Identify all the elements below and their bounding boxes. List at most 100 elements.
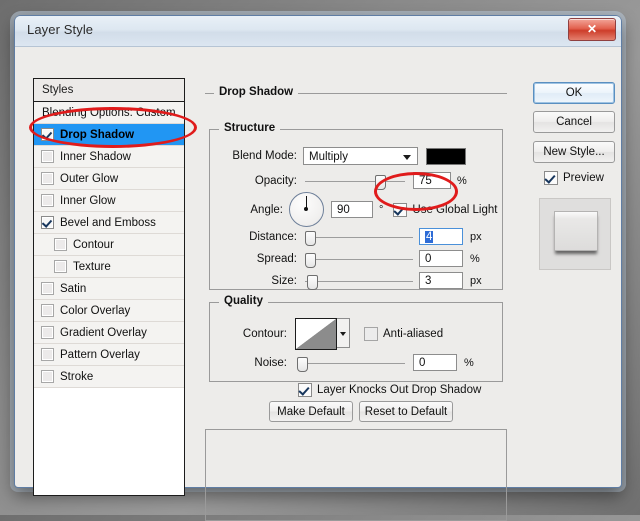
preview-checkbox[interactable]: Preview (544, 171, 604, 185)
layer-style-dialog: Layer Style ✕ Styles Blending Options: C… (14, 15, 622, 521)
style-list-item-label: Satin (60, 282, 87, 295)
size-unit: px (470, 274, 482, 287)
noise-row: Noise: 0 % (227, 354, 474, 372)
distance-unit: px (470, 230, 482, 243)
spread-unit: % (470, 252, 480, 265)
checkbox-icon[interactable] (41, 370, 54, 383)
opacity-input[interactable]: 75 (413, 172, 451, 189)
contour-label: Contour: (242, 328, 287, 340)
noise-slider[interactable] (297, 355, 405, 372)
style-list-item[interactable]: Pattern Overlay (34, 344, 184, 366)
opacity-unit: % (457, 174, 467, 187)
noise-slider-track (297, 362, 405, 364)
style-list-item[interactable]: Bevel and Emboss (34, 212, 184, 234)
size-input[interactable]: 3 (419, 272, 463, 289)
distance-slider-thumb[interactable] (305, 230, 316, 246)
noise-slider-thumb[interactable] (297, 356, 308, 372)
noise-unit: % (464, 356, 474, 369)
style-list-item[interactable]: Stroke (34, 366, 184, 388)
styles-list-header: Styles (34, 79, 184, 102)
anti-aliased-checkbox[interactable]: Anti-aliased (364, 327, 443, 341)
layer-knocks-out-label: Layer Knocks Out Drop Shadow (317, 384, 482, 396)
checkbox-icon[interactable] (54, 260, 67, 273)
style-list-item[interactable]: Blending Options: Custom (34, 102, 184, 124)
checkbox-icon (393, 202, 408, 217)
checkbox-icon[interactable] (41, 304, 54, 317)
style-list-item-label: Stroke (60, 370, 94, 383)
checkbox-icon[interactable] (41, 282, 54, 295)
style-list-item-label: Inner Glow (60, 194, 116, 207)
style-list-item-label: Contour (73, 238, 114, 251)
checkbox-icon[interactable] (41, 326, 54, 339)
new-style-button[interactable]: New Style... (533, 141, 615, 163)
dialog-content: Styles Blending Options: Custom Drop Shad… (15, 46, 621, 521)
distance-value: 4 (425, 231, 434, 243)
spread-slider-thumb[interactable] (305, 252, 316, 268)
contour-picker[interactable] (295, 318, 350, 350)
size-slider[interactable] (305, 273, 413, 290)
reset-to-default-button[interactable]: Reset to Default (359, 401, 453, 422)
contour-preview[interactable] (295, 318, 337, 350)
chevron-down-icon[interactable] (337, 318, 350, 348)
ok-button[interactable]: OK (533, 82, 615, 104)
style-list-item-label: Blending Options: Custom (42, 106, 176, 119)
checkbox-icon[interactable] (41, 172, 54, 185)
size-slider-thumb[interactable] (307, 274, 318, 290)
angle-label: Angle: (250, 203, 283, 216)
shadow-color-swatch[interactable] (426, 147, 466, 165)
angle-input[interactable]: 90 (331, 201, 373, 218)
opacity-slider-track (305, 180, 405, 182)
opacity-row: Opacity: 75 % (227, 172, 467, 190)
checkbox-icon[interactable] (41, 150, 54, 163)
distance-input[interactable]: 4 (419, 228, 463, 245)
checkbox-icon[interactable] (41, 348, 54, 361)
distance-slider[interactable] (305, 229, 413, 246)
style-list-item[interactable]: Inner Glow (34, 190, 184, 212)
make-default-button[interactable]: Make Default (269, 401, 353, 422)
style-list-item[interactable]: Inner Shadow (34, 146, 184, 168)
spread-input[interactable]: 0 (419, 250, 463, 267)
style-list-item[interactable]: Outer Glow (34, 168, 184, 190)
blend-mode-label: Blend Mode: (232, 150, 297, 162)
cancel-button[interactable]: Cancel (533, 111, 615, 133)
contour-row: Contour: Anti-aliased (227, 318, 443, 350)
style-list-item[interactable]: Gradient Overlay (34, 322, 184, 344)
style-list-item-label: Color Overlay (60, 304, 131, 317)
style-list-item[interactable]: Color Overlay (34, 300, 184, 322)
blend-mode-value: Multiply (309, 151, 348, 163)
styles-list[interactable]: Styles Blending Options: Custom Drop Shad… (33, 78, 185, 496)
distance-row: Distance: 4 px (227, 228, 482, 246)
opacity-value: 75 (419, 175, 432, 187)
anti-aliased-label: Anti-aliased (383, 328, 444, 340)
opacity-label: Opacity: (254, 174, 297, 187)
angle-row: Angle: 90 ° Use Global Light (227, 192, 497, 227)
checkbox-icon[interactable] (41, 194, 54, 207)
style-list-item-label: Outer Glow (60, 172, 119, 185)
spread-slider[interactable] (305, 251, 413, 268)
angle-dial-hub (304, 207, 308, 211)
bottom-panel (205, 429, 507, 521)
close-icon[interactable]: ✕ (568, 18, 616, 41)
window-title: Layer Style (27, 22, 94, 37)
noise-input[interactable]: 0 (413, 354, 457, 371)
opacity-slider[interactable] (305, 173, 405, 190)
use-global-light-checkbox[interactable]: Use Global Light (393, 202, 497, 217)
checkbox-icon[interactable] (54, 238, 67, 251)
checkbox-icon[interactable] (41, 216, 54, 229)
style-list-item[interactable]: Contour (34, 234, 184, 256)
style-list-item[interactable]: Texture (34, 256, 184, 278)
preview-shape (554, 211, 598, 251)
drop-shadow-legend: Drop Shadow (214, 86, 299, 98)
styles-list-rows[interactable]: Blending Options: Custom Drop Shadow Inner… (34, 102, 184, 388)
checkbox-icon[interactable] (41, 128, 54, 141)
layer-knocks-out-checkbox[interactable]: Layer Knocks Out Drop Shadow (298, 383, 481, 397)
blend-mode-select[interactable]: Multiply (303, 147, 418, 165)
angle-dial[interactable] (289, 192, 324, 227)
style-list-item-label: Drop Shadow (60, 128, 135, 141)
structure-legend: Structure (219, 122, 281, 134)
style-list-item[interactable]: Drop Shadow (34, 124, 184, 146)
spread-slider-track (305, 258, 413, 260)
opacity-slider-thumb[interactable] (375, 174, 386, 190)
style-list-item[interactable]: Satin (34, 278, 184, 300)
spread-label: Spread: (256, 252, 297, 265)
